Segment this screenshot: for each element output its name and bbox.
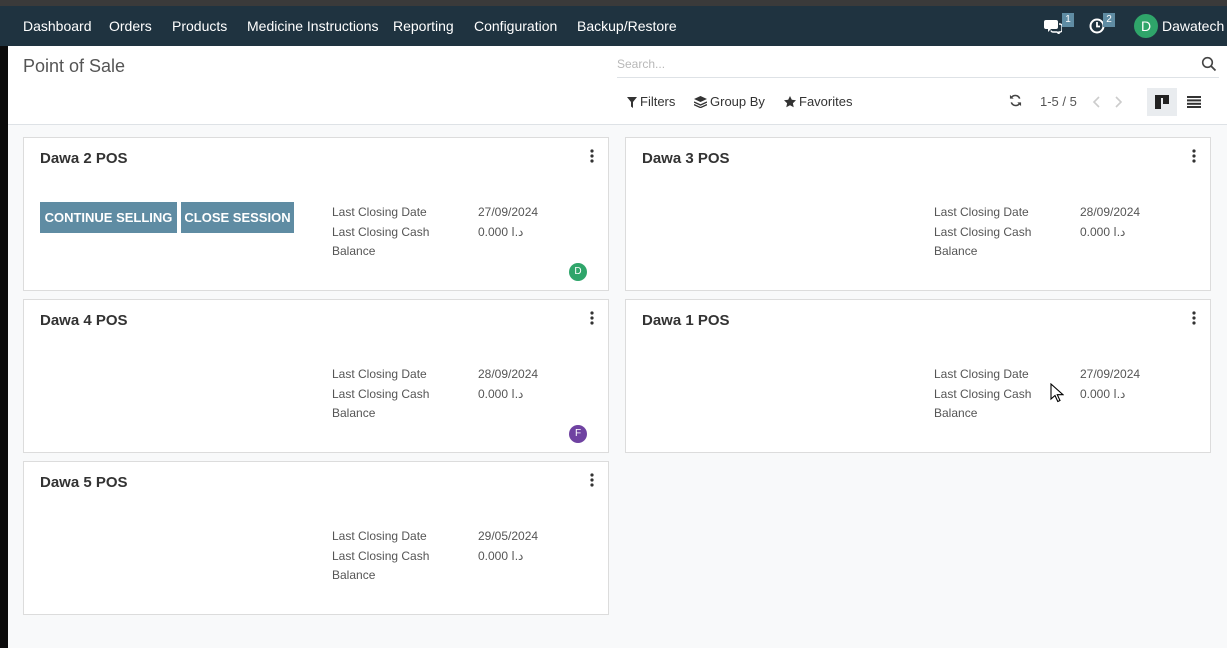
pos-card-title: Dawa 5 POS [40, 474, 128, 491]
menu-reporting[interactable]: Reporting [393, 6, 454, 46]
pos-card-title: Dawa 4 POS [40, 312, 128, 329]
pos-card-dawa-4[interactable]: Dawa 4 POS Last Closing Date 28/09/2024 … [23, 299, 609, 453]
balance-label: Balance [332, 244, 376, 258]
last-closing-date-value: 28/09/2024 [478, 367, 539, 381]
menu-dashboard[interactable]: Dashboard [23, 6, 92, 46]
messages-count-badge: 1 [1062, 13, 1074, 27]
last-closing-cash-value: 0.000 د.ا [1080, 225, 1126, 239]
chat-icon [1044, 20, 1062, 34]
last-closing-cash-label: Last Closing Cash [934, 225, 1032, 239]
last-closing-cash-value: 0.000 د.ا [478, 549, 524, 563]
messages-button[interactable]: 1 [1044, 6, 1076, 46]
last-closing-date-value: 27/09/2024 [1080, 367, 1141, 381]
filters-button[interactable]: Filters [627, 92, 675, 112]
vertical-dots-icon[interactable] [586, 148, 598, 164]
last-closing-date-label: Last Closing Date [332, 529, 427, 543]
pager-value[interactable]: 1-5 / 5 [1040, 92, 1077, 112]
control-panel: Point of Sale Filters Group By Favorites… [8, 46, 1227, 125]
continue-selling-button[interactable]: CONTINUE SELLING [40, 202, 177, 233]
search-bar [617, 52, 1219, 78]
star-icon [784, 96, 796, 108]
favorites-button[interactable]: Favorites [784, 92, 852, 112]
activities-count-badge: 2 [1103, 13, 1115, 27]
vertical-dots-icon[interactable] [1188, 148, 1200, 164]
pos-card-dawa-3[interactable]: Dawa 3 POS Last Closing Date 28/09/2024 … [625, 137, 1211, 291]
menu-medicine-instructions[interactable]: Medicine Instructions [247, 6, 379, 46]
activities-button[interactable]: 2 [1089, 6, 1121, 46]
left-edge [0, 46, 8, 648]
layers-icon [693, 96, 708, 109]
pos-card-dawa-5[interactable]: Dawa 5 POS Last Closing Date 29/05/2024 … [23, 461, 609, 615]
vertical-dots-icon[interactable] [586, 472, 598, 488]
search-icon[interactable] [1201, 56, 1217, 72]
last-closing-date-value: 28/09/2024 [1080, 205, 1141, 219]
balance-label: Balance [934, 244, 978, 258]
last-closing-date-label: Last Closing Date [332, 205, 427, 219]
list-icon [1187, 96, 1201, 108]
vertical-dots-icon[interactable] [586, 310, 598, 326]
last-closing-date-label: Last Closing Date [934, 367, 1029, 381]
kanban-view-button[interactable] [1147, 88, 1177, 116]
last-closing-cash-label: Last Closing Cash [332, 225, 430, 239]
user-avatar[interactable]: D [1134, 14, 1158, 38]
group-by-button[interactable]: Group By [693, 92, 765, 112]
menu-backup-restore[interactable]: Backup/Restore [577, 6, 677, 46]
menu-configuration[interactable]: Configuration [474, 6, 557, 46]
search-input[interactable] [617, 52, 1187, 76]
list-view-button[interactable] [1179, 88, 1209, 116]
last-closing-date-value: 27/09/2024 [478, 205, 539, 219]
group-by-label: Group By [710, 94, 765, 109]
menu-products[interactable]: Products [172, 6, 227, 46]
responsible-avatar: D [569, 263, 587, 281]
pos-card-title: Dawa 3 POS [642, 150, 730, 167]
top-navbar: Dashboard Orders Products Medicine Instr… [0, 6, 1227, 46]
balance-label: Balance [332, 406, 376, 420]
pos-card-dawa-1[interactable]: Dawa 1 POS Last Closing Date 27/09/2024 … [625, 299, 1211, 453]
pos-card-dawa-2[interactable]: Dawa 2 POS CONTINUE SELLING CLOSE SESSIO… [23, 137, 609, 291]
last-closing-cash-label: Last Closing Cash [934, 387, 1032, 401]
last-closing-cash-value: 0.000 د.ا [1080, 387, 1126, 401]
user-name[interactable]: Dawatech [1162, 6, 1224, 46]
last-closing-cash-value: 0.000 د.ا [478, 225, 524, 239]
last-closing-cash-label: Last Closing Cash [332, 549, 430, 563]
last-closing-date-label: Last Closing Date [332, 367, 427, 381]
responsible-avatar: F [569, 425, 587, 443]
balance-label: Balance [934, 406, 978, 420]
refresh-icon[interactable] [1009, 94, 1022, 107]
vertical-dots-icon[interactable] [1188, 310, 1200, 326]
kanban-icon [1155, 95, 1169, 109]
pos-card-title: Dawa 2 POS [40, 150, 128, 167]
last-closing-date-label: Last Closing Date [934, 205, 1029, 219]
pos-card-title: Dawa 1 POS [642, 312, 730, 329]
last-closing-cash-value: 0.000 د.ا [478, 387, 524, 401]
filters-label: Filters [640, 94, 676, 109]
last-closing-cash-label: Last Closing Cash [332, 387, 430, 401]
chevron-right-icon[interactable] [1111, 92, 1125, 112]
chevron-left-icon[interactable] [1090, 92, 1104, 112]
page-title: Point of Sale [23, 56, 126, 76]
favorites-label: Favorites [799, 94, 853, 109]
close-session-button[interactable]: CLOSE SESSION [181, 202, 294, 233]
balance-label: Balance [332, 568, 376, 582]
mouse-cursor-icon [1050, 383, 1064, 403]
last-closing-date-value: 29/05/2024 [478, 529, 539, 543]
menu-orders[interactable]: Orders [109, 6, 152, 46]
filter-icon [627, 97, 637, 108]
